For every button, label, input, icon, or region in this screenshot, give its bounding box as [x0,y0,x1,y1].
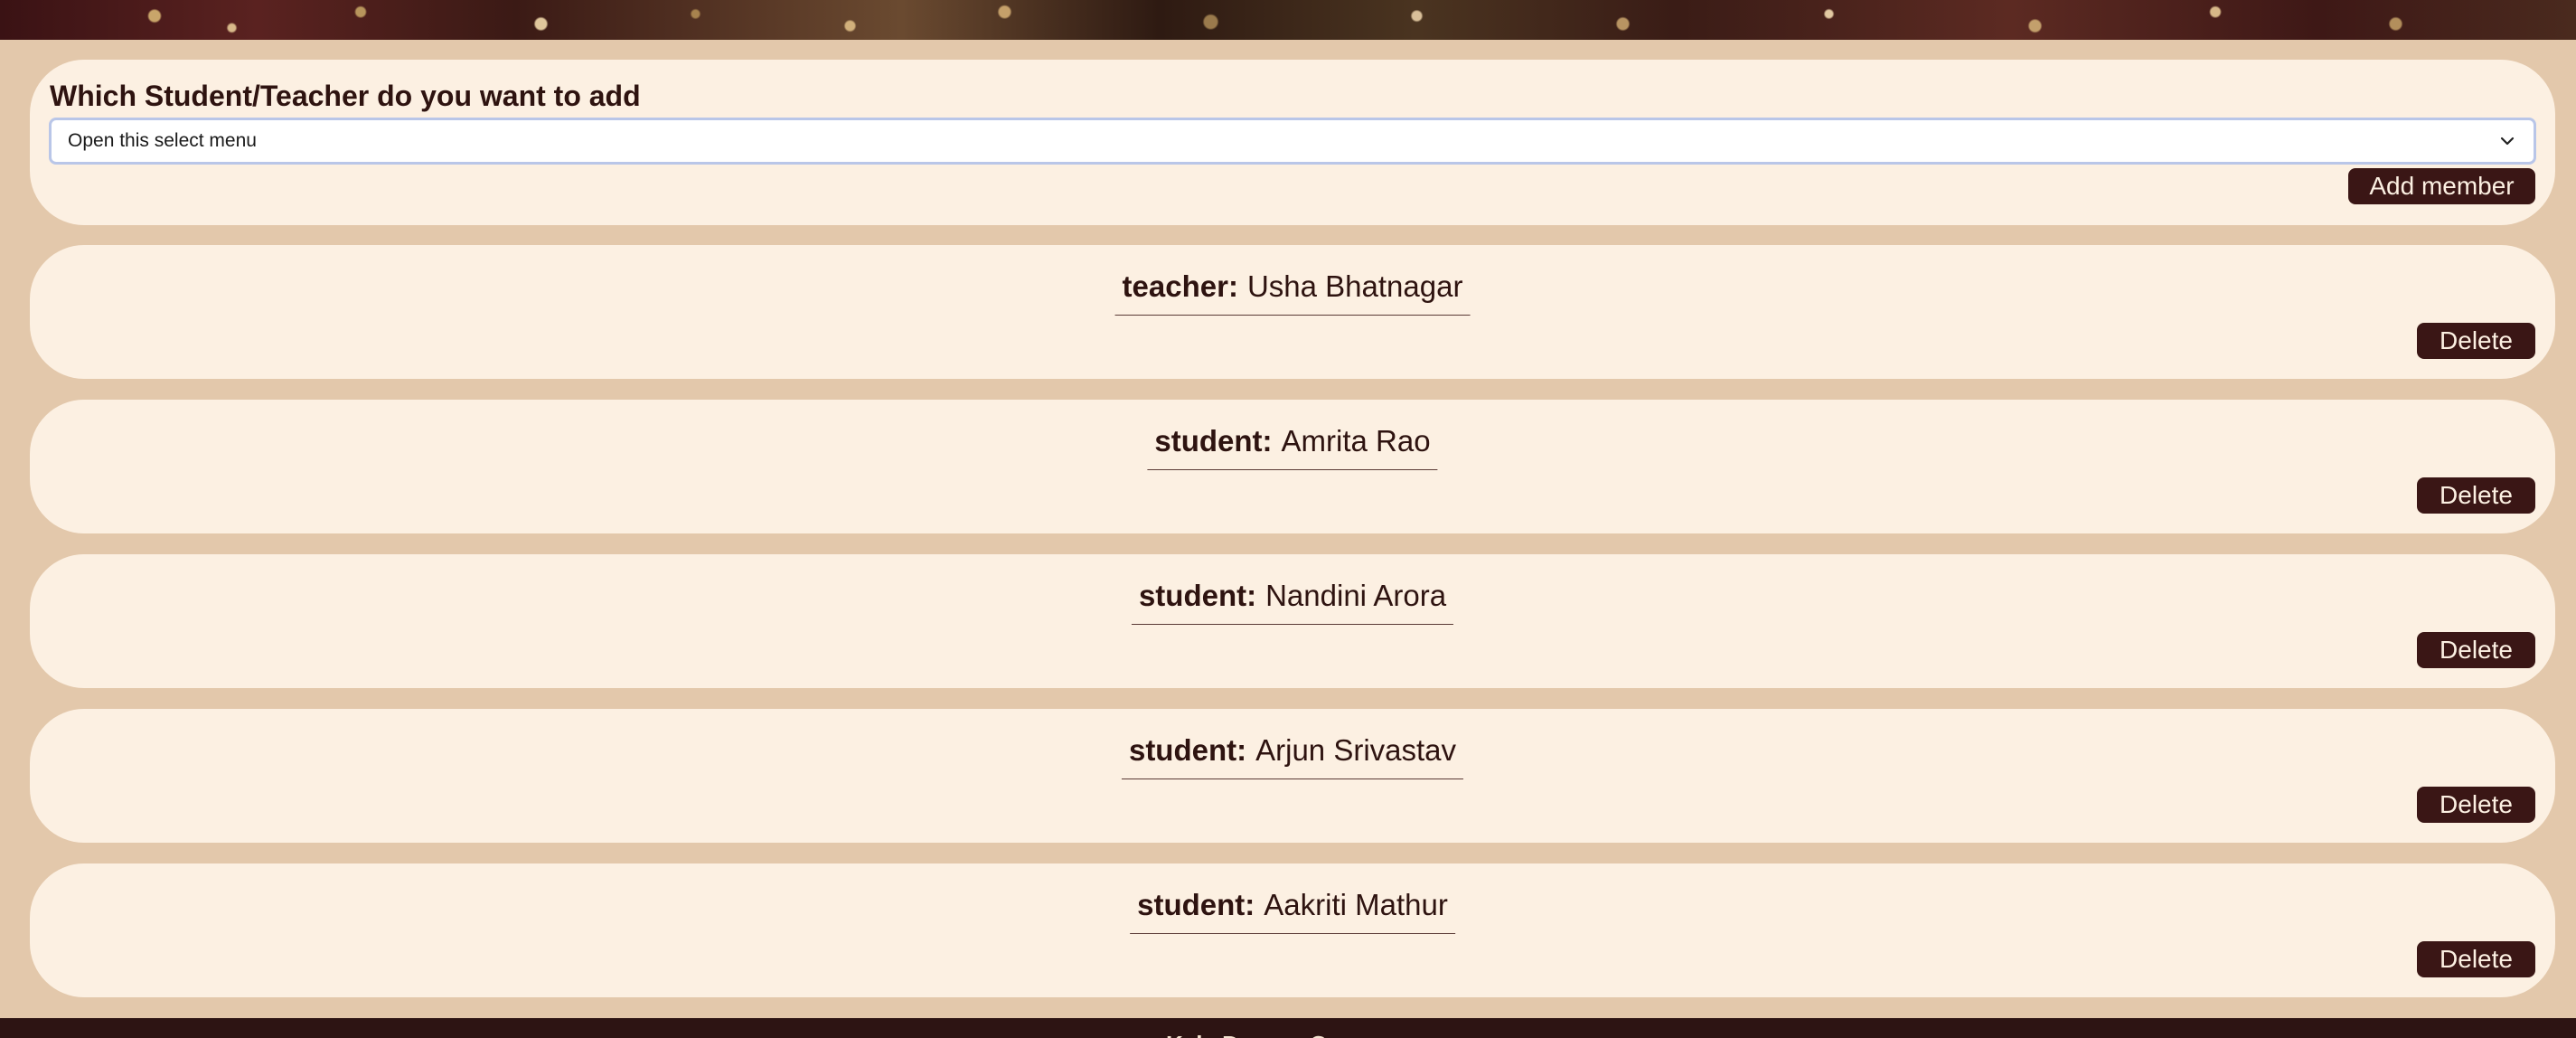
member-name: Aakriti Mathur [1264,888,1448,921]
add-member-panel: Which Student/Teacher do you want to add… [30,60,2555,225]
member-role: teacher: [1122,269,1238,303]
member-label: teacher: Usha Bhatnagar [1114,269,1471,316]
member-label: student: Nandini Arora [1131,578,1454,625]
member-role: student: [1138,579,1257,612]
main-content: Which Student/Teacher do you want to add… [30,60,2555,997]
member-select[interactable]: Open this select menu [49,118,2536,165]
footer-text: Kala Darpan Co [1166,1031,1341,1038]
member-card: student: Nandini Arora Delete [30,554,2555,688]
delete-button[interactable]: Delete [2417,941,2535,977]
member-select-value: Open this select menu [68,130,257,151]
member-label: student: Arjun Srivastav [1121,732,1464,779]
member-card: teacher: Usha Bhatnagar Delete [30,245,2555,379]
add-member-title: Which Student/Teacher do you want to add [50,80,641,112]
member-name: Nandini Arora [1265,579,1447,612]
delete-button[interactable]: Delete [2417,477,2535,514]
member-card: student: Aakriti Mathur Delete [30,863,2555,997]
member-role: student: [1154,424,1273,458]
member-label: student: Aakriti Mathur [1130,887,1455,934]
delete-button[interactable]: Delete [2417,787,2535,823]
delete-button[interactable]: Delete [2417,323,2535,359]
add-member-button[interactable]: Add member [2348,168,2535,204]
member-card: student: Amrita Rao Delete [30,400,2555,533]
footer-bar: Kala Darpan Co [0,1018,2576,1038]
delete-button[interactable]: Delete [2417,632,2535,668]
member-name: Arjun Srivastav [1255,733,1457,767]
member-name: Amrita Rao [1281,424,1431,458]
member-name: Usha Bhatnagar [1246,269,1463,303]
header-banner-image [0,0,2576,40]
member-label: student: Amrita Rao [1147,423,1438,470]
member-card: student: Arjun Srivastav Delete [30,709,2555,843]
member-role: student: [1137,888,1255,921]
chevron-down-icon [2500,137,2515,146]
member-role: student: [1128,733,1247,767]
